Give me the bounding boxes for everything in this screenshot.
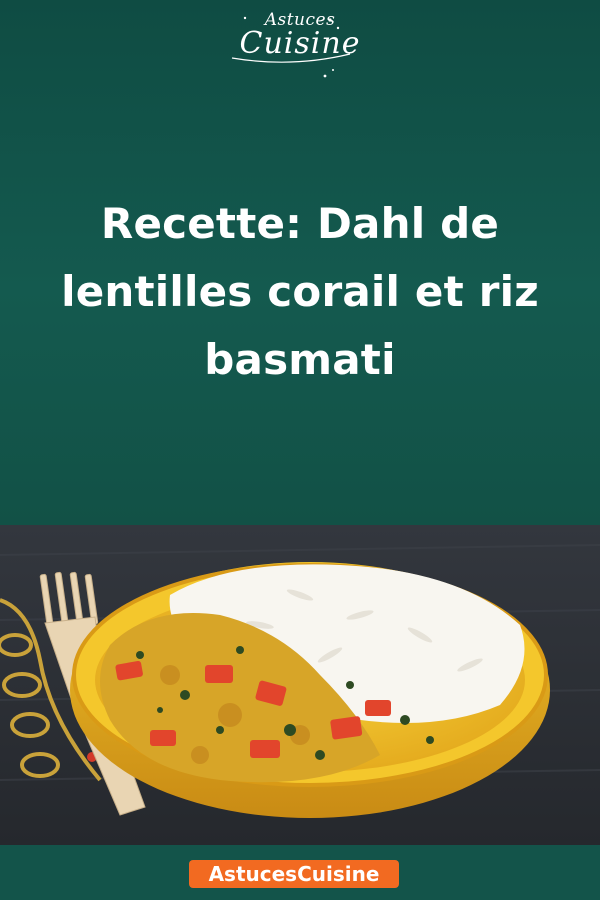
logo-line2: Cuisine	[239, 26, 361, 61]
title-line3: basmati	[204, 335, 396, 384]
dish-photo	[0, 525, 600, 845]
title-line1: Recette: Dahl de	[100, 199, 500, 248]
footer-bar: AstucesCuisine	[0, 845, 600, 900]
title-line2: lentilles corail et riz	[61, 267, 539, 316]
site-logo[interactable]: Astuces Cuisine	[0, 6, 600, 78]
brand-badge[interactable]: AstucesCuisine	[189, 860, 399, 888]
recipe-title: Recette: Dahl de lentilles corail et riz…	[20, 190, 580, 394]
dahl-bowl-image	[0, 525, 600, 845]
header-panel: Astuces Cuisine Recette: Dahl de lentill…	[0, 0, 600, 525]
